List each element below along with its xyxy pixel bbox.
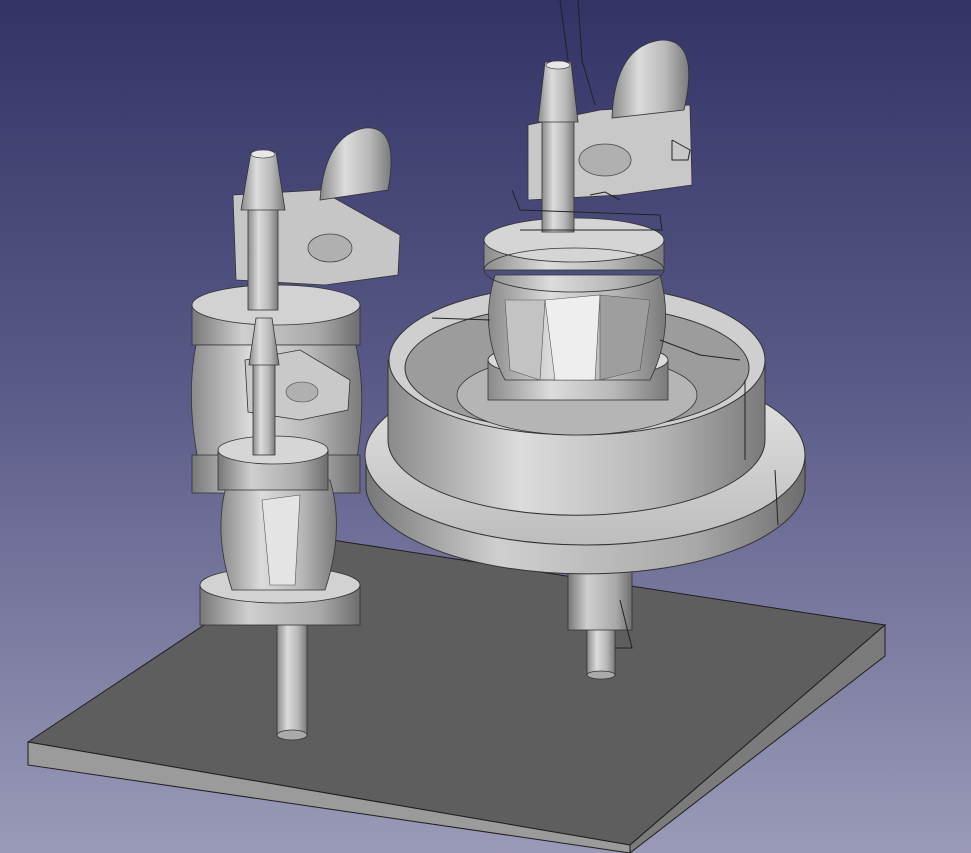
3d-scene[interactable] — [0, 0, 971, 853]
3d-viewport[interactable] — [0, 0, 971, 853]
base-plate[interactable] — [26, 539, 887, 853]
